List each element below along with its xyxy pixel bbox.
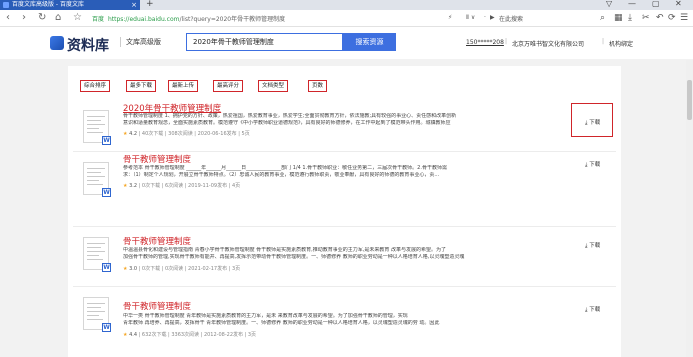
doc-thumbnail[interactable]: W xyxy=(83,162,111,197)
logo-text: 资料库 xyxy=(67,38,109,54)
address-bar: ‹ › ↻ ⌂ ☆ 百度 https://eduai.baidu.com/lis… xyxy=(0,10,693,27)
result-meta: ★ 4.4 | 632次下载 | 3363次阅读 | 2012-08-22发布 … xyxy=(123,332,257,338)
home-icon[interactable]: ⌂ xyxy=(55,12,61,23)
results-panel: 综合排序 最多下载 最新上传 最高评分 文档类型 页数 W 2020年骨干教师管… xyxy=(68,66,621,357)
menu-icon[interactable]: ☰ xyxy=(680,13,688,23)
filter-doc-type[interactable]: 文档类型 xyxy=(258,80,289,92)
search-engine-icon[interactable]: ▶ xyxy=(490,14,495,21)
download-icon: ⤓ xyxy=(585,243,588,249)
tab-title: 百度文库高级版 - 百度文库 xyxy=(12,1,84,8)
search-icon[interactable]: ⌕ xyxy=(600,13,605,23)
word-file-icon: W xyxy=(102,263,111,272)
sort-newest[interactable]: 最新上传 xyxy=(168,80,199,92)
user-account-link[interactable]: 150*****208 xyxy=(466,39,504,46)
site-header: 资料库 文库高级版 2020年骨干教师管理制度 搜索资源 150*****208… xyxy=(0,27,693,59)
star-icon: ★ xyxy=(123,266,128,272)
bookmark-star-icon[interactable]: ☆ xyxy=(73,12,82,23)
tab-favicon-icon xyxy=(3,2,9,8)
browser-titlebar: 百度文库高级版 - 百度文库 × + ▽ — ▢ ✕ xyxy=(0,0,693,10)
scrollbar-thumb[interactable] xyxy=(687,80,692,120)
refresh-icon[interactable]: ↻ xyxy=(38,12,46,23)
apps-icon[interactable]: ▦ xyxy=(614,13,623,23)
security-badge: 百度 xyxy=(92,16,105,23)
browser-tab[interactable]: 百度文库高级版 - 百度文库 × xyxy=(0,0,140,10)
word-file-icon: W xyxy=(102,188,111,197)
result-meta: ★ 3.0 | 0次下载 | 0次阅读 | 2021-02-17发布 | 3页 xyxy=(123,266,241,272)
result-snippet: 意识和适量教育观念，全面实施素质教育。模范遵守《中小学教师职业道德规范》，具有良… xyxy=(123,120,451,126)
reader-icon[interactable]: Ⅱ ∨ xyxy=(466,14,475,21)
lightning-icon[interactable]: ⚡ xyxy=(448,14,452,21)
result-snippet: 参考范本 骨干教师管理制度 ______年______月______日_____… xyxy=(123,165,447,171)
download-button[interactable]: ⤓ 下载 xyxy=(585,305,600,314)
star-icon: ★ xyxy=(123,332,128,338)
result-snippet: 中温温县骨化和建设与管理指南 青春小学骨干教师管理制度 骨干教师是实施素质教育,… xyxy=(123,247,446,253)
separator: | xyxy=(602,38,605,45)
back-icon[interactable]: ‹ xyxy=(6,12,10,23)
star-icon: ★ xyxy=(123,131,128,137)
result-snippet: 青年教师 再培养、再提高，发挥骨干 青年教师管理制度。一、师德修养 教师的职业劳… xyxy=(123,320,440,326)
site-subtitle: 文库高级版 xyxy=(120,37,161,47)
divider xyxy=(73,151,616,152)
result-snippet: 中华一类 骨干教师管理制度 青年教师是实施素质教育的主力军，是未 来教育改革与发… xyxy=(123,313,408,319)
word-file-icon: W xyxy=(102,136,111,145)
forward-icon[interactable]: › xyxy=(22,12,26,23)
org-bind-link[interactable]: 机构绑定 xyxy=(609,39,633,48)
result-meta: ★ 4.2 | 40次下载 | 308次阅读 | 2020-06-16发布 | … xyxy=(123,131,250,137)
maximize-button[interactable]: ▢ xyxy=(652,0,660,8)
close-window-button[interactable]: ✕ xyxy=(675,0,682,8)
download-button[interactable]: ⤓ 下载 xyxy=(585,241,600,250)
result-meta: ★ 3.2 | 0次下载 | 6次阅读 | 2019-11-09发布 | 4页 xyxy=(123,183,241,189)
download-icon: ⤓ xyxy=(585,307,588,313)
separator: | xyxy=(505,38,508,45)
screenshot-icon[interactable]: ✂ xyxy=(642,13,650,23)
browser-search-input[interactable]: 在此搜索 xyxy=(499,14,523,23)
sort-most-downloads[interactable]: 最多下载 xyxy=(126,80,157,92)
undo-icon[interactable]: ↶ xyxy=(656,13,664,23)
url-field[interactable]: 百度 https://eduai.baidu.com/list?query=20… xyxy=(92,14,285,23)
download-button[interactable]: ⤓ 下载 xyxy=(585,118,600,127)
tab-close-icon[interactable]: × xyxy=(131,0,137,10)
download-button[interactable]: ⤓ 下载 xyxy=(585,160,600,169)
search-button[interactable]: 搜索资源 xyxy=(343,33,396,51)
result-snippet: 骨干教师管理制度 1、拥护党的方针、政策，热爱祖国，热爱教育事业，热爱学生;全面… xyxy=(123,113,457,119)
result-title[interactable]: 骨干教师管理制度 xyxy=(123,235,191,247)
doc-thumbnail[interactable]: W xyxy=(83,297,111,332)
result-title[interactable]: 骨干教师管理制度 xyxy=(123,153,191,165)
download-icon: ⤓ xyxy=(585,120,588,126)
doc-thumbnail[interactable]: W xyxy=(83,237,111,272)
sort-top-rated[interactable]: 最高评分 xyxy=(213,80,244,92)
divider xyxy=(73,286,616,287)
filter-pages[interactable]: 页数 xyxy=(308,80,328,92)
new-tab-button[interactable]: + xyxy=(146,0,154,9)
logo-icon xyxy=(50,36,64,50)
separator-dot: · xyxy=(484,14,486,21)
minimize-button[interactable]: — xyxy=(628,0,636,8)
history-icon[interactable]: ⟳ xyxy=(668,13,676,23)
organization-name: 北京万唯书智文化有限公司 xyxy=(512,41,585,48)
doc-thumbnail[interactable]: W xyxy=(83,110,111,145)
result-snippet: 加强骨干教师的管理,实现骨干教师有能并、再提高,发挥示范带动骨干教师管理制度。一… xyxy=(123,254,465,260)
page-scrollbar[interactable] xyxy=(686,60,693,357)
url-host: https://eduai.baidu.com xyxy=(107,16,180,23)
download-icon: ⤓ xyxy=(585,162,588,168)
download-icon[interactable]: ⤓ xyxy=(628,13,632,23)
search-input[interactable]: 2020年骨干教师管理制度 xyxy=(186,33,343,51)
url-path: /list?query=2020年骨干教师管理制度 xyxy=(179,16,286,23)
sort-comprehensive[interactable]: 综合排序 xyxy=(80,80,111,92)
divider xyxy=(73,226,616,227)
result-snippet: 求：（1）制定个人规划，开展立骨干教师特点。（2）忠诚人民的教育事业，模范遵行教… xyxy=(123,172,440,178)
menu-icon[interactable]: ▽ xyxy=(606,0,612,8)
word-file-icon: W xyxy=(102,323,111,332)
result-title[interactable]: 骨干教师管理制度 xyxy=(123,300,191,312)
star-icon: ★ xyxy=(123,183,128,189)
